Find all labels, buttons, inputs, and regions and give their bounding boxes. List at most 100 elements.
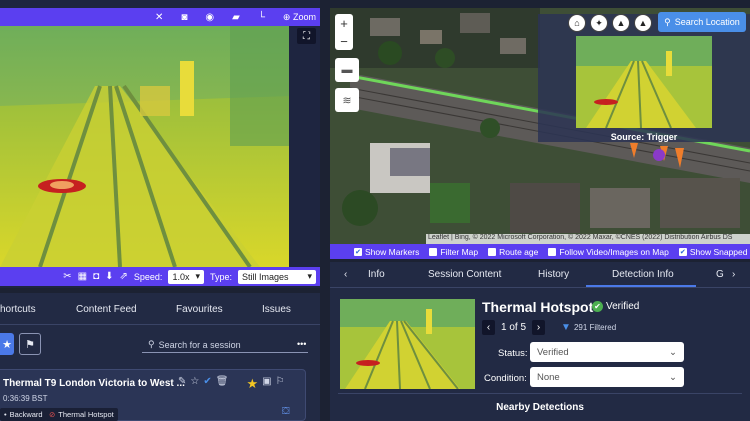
trash-icon[interactable]: 🗑 [216,376,229,392]
eye-icon[interactable]: ◉ [205,12,214,23]
comment-icon[interactable]: ▰ [232,12,240,23]
option-label: Show Snapped Route [689,246,750,257]
trigger-caption: Source: Trigger [610,132,678,142]
checked-icon: ✔ [678,247,687,256]
tab-content-feed[interactable]: Content Feed [76,304,137,315]
verified-icon[interactable]: ✔ [203,376,211,392]
star-outline-icon[interactable]: ☆ [190,376,199,392]
thermal-image [0,26,289,267]
filter-button[interactable]: ▼ 291 Filtered [561,322,616,333]
favourite-filter-button[interactable]: ★ [0,333,14,355]
tab-favourites[interactable]: Favourites [176,304,223,315]
option-label: Show Markers [365,246,420,257]
close-icon[interactable]: ✕ [155,12,163,23]
favourite-star-icon[interactable]: ★ [246,376,258,392]
search-placeholder: Search for a session [158,339,241,350]
follow-video-checkbox[interactable]: Follow Video/Images on Map [548,246,669,257]
search-location-button[interactable]: ⚲ Search Location [658,12,746,32]
type-select[interactable]: Still Images ▾ [238,269,316,284]
alert-triangle-icon[interactable]: ▲ [634,14,652,32]
edit-icon[interactable]: ✎ [178,376,186,392]
detail-tabs: ‹ Info Session Content History Detection… [330,262,750,286]
tab-overflow[interactable]: G [716,269,724,280]
tab-detection-info[interactable]: Detection Info [612,269,674,280]
grid-icon[interactable]: ▦ [78,271,87,282]
tab-history[interactable]: History [538,269,569,280]
filter-icon: ▼ [561,322,571,333]
speed-select[interactable]: 1.0x ▾ [168,269,204,284]
filter-map-checkbox[interactable]: Filter Map [429,247,478,257]
camera-icon[interactable]: ◘ [93,271,99,282]
chart-icon[interactable]: └ [258,12,265,23]
snapped-route-checkbox[interactable]: ✔Show Snapped Route [678,246,750,257]
tab-issues[interactable]: Issues [262,304,291,315]
map-options-bar: ✔ Show Markers Filter Map Route age Follo… [330,244,750,259]
next-button[interactable]: › [532,320,546,335]
type-label: Type: [209,271,232,282]
show-markers-checkbox[interactable]: ✔ Show Markers [354,247,419,257]
session-title: Thermal T9 London Victoria to West ... [3,378,185,389]
previous-button[interactable]: ‹ [482,320,495,335]
home-icon[interactable]: ⌂ [568,14,586,32]
tab-session-content[interactable]: Session Content [428,269,501,280]
flag-filter-button[interactable]: ⚑ [19,333,41,355]
wrench-icon[interactable]: ✦ [590,14,608,32]
warning-icon[interactable]: ▲ [612,14,630,32]
session-tabs: hortcuts Content Feed Favourites Issues [0,301,320,321]
zoom-in-button[interactable]: + [340,16,348,31]
detection-title: Thermal Hotspot [482,299,594,315]
detection-thermal-image [340,299,475,389]
media-icon[interactable]: ▣ [262,376,271,392]
session-search-input[interactable]: ⚲ Search for a session [142,337,308,353]
tab-shortcuts[interactable]: hortcuts [0,304,36,315]
video-controls: ✂ ▦ ◘ ⬇ ⇗ Speed: 1.0x ▾ Type: Still Image… [0,267,320,286]
chevron-down-icon: ▾ [195,271,200,281]
flag-outline-icon[interactable]: ⚐ [276,376,285,392]
speed-value: 1.0x [172,271,190,282]
pager-text: 1 of 5 [501,322,527,333]
dot-icon: • [4,410,7,419]
map-attribution: Leaflet | Bing, © 2022 Microsoft Corpora… [426,234,750,244]
route-age-checkbox[interactable]: Route age [488,247,538,257]
option-label: Follow Video/Images on Map [559,246,669,257]
zoom-button[interactable]: ⊕ Zoom [283,12,316,23]
alert-icon: ⊘ [49,410,56,419]
divider [338,393,742,394]
zoom-out-button[interactable]: − [340,34,348,49]
direction-chip: • Backward [0,408,47,421]
status-label: Status: [498,348,528,359]
share-icon[interactable]: ⇗ [120,271,128,282]
condition-value: None [537,371,560,383]
status-select[interactable]: Verified ⌄ [530,342,684,362]
detection-thumbnail[interactable] [340,299,475,389]
magnifier-icon: ⊕ [282,11,291,22]
tab-info[interactable]: Info [368,269,385,280]
type-value: Still Images [242,271,289,282]
tab-prev-icon[interactable]: ‹ [344,269,347,280]
shuffle-icon[interactable]: ✂ [63,271,71,282]
search-location-label: Search Location [674,17,740,27]
chevron-down-icon: ⌄ [669,371,677,383]
trigger-thumbnail[interactable] [576,36,712,128]
thermal-video-frame[interactable] [0,26,289,267]
speed-label: Speed: [133,271,163,282]
download-icon[interactable]: ⬇ [105,271,113,282]
condition-label: Condition: [484,373,527,384]
search-icon: ⚲ [148,339,155,349]
checked-icon: ✔ [354,247,362,256]
check-circle-icon: ✔ [592,301,603,312]
measure-button[interactable]: ▬ [335,58,359,82]
zoom-label: Zoom [292,11,316,22]
more-options-icon[interactable]: ••• [297,339,306,349]
condition-select[interactable]: None ⌄ [530,367,684,387]
tab-next-icon[interactable]: › [732,269,735,280]
map-icon[interactable]: ⛋ [282,406,290,417]
session-card[interactable]: Thermal T9 London Victoria to West ... ✎… [0,369,306,421]
tag-chip: ⊘ Thermal Hotspot [45,408,118,421]
map-panel[interactable]: + − ▬ ≋ Source: Trigger ⌂ ✦ ▲ ▲ ⚲ Search… [330,8,750,244]
layers-button[interactable]: ≋ [335,88,359,112]
tag-text: Thermal Hotspot [58,410,114,419]
unchecked-icon [488,247,497,256]
fullscreen-icon[interactable]: ⛶ [297,28,316,44]
binoculars-icon[interactable]: ◙ [181,12,187,23]
